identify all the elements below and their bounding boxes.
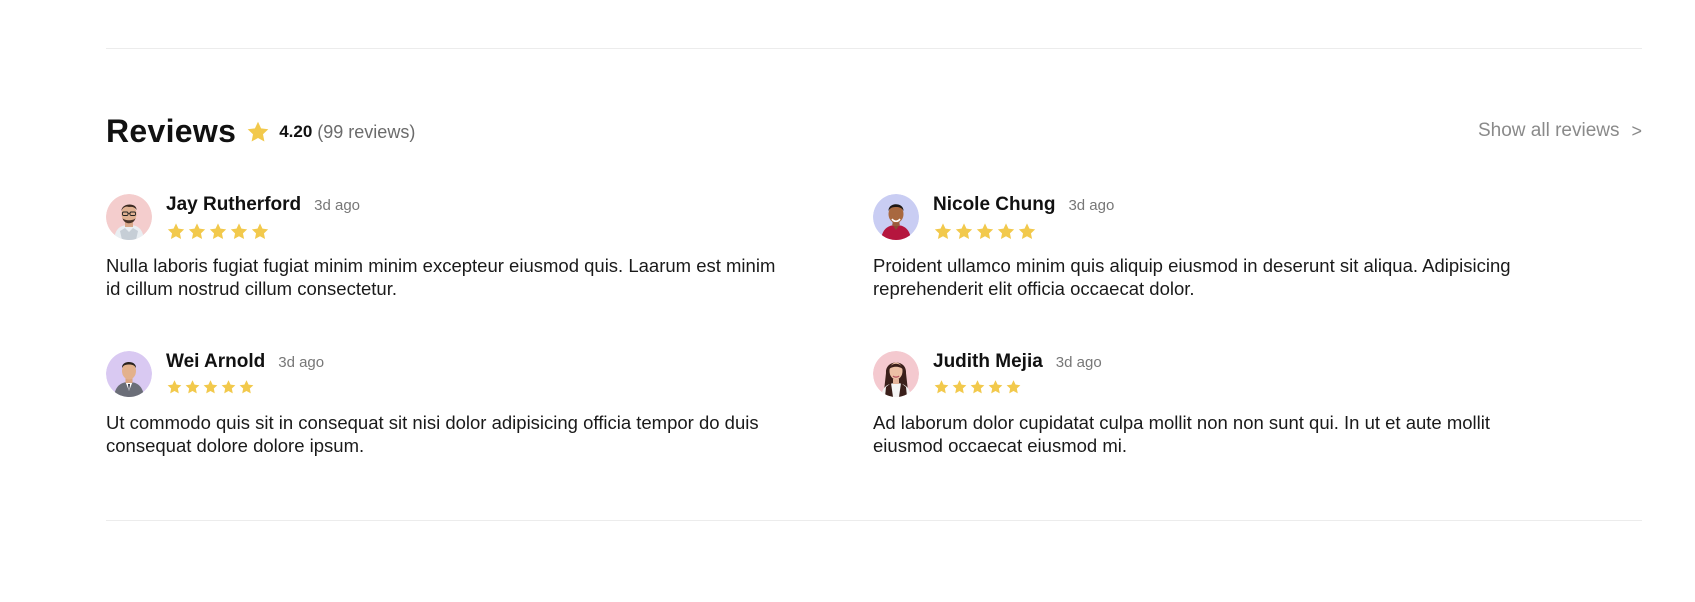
- star-icon: [975, 222, 995, 241]
- reviewer-meta: Jay Rutherford 3d ago: [166, 194, 360, 241]
- avatar-man-red-shirt-icon[interactable]: [873, 194, 919, 240]
- reviews-header: Reviews 4.20 99 reviews Show all reviews…: [106, 110, 1642, 152]
- review-text: Ad laborum dolor cupidatat culpa mollit …: [873, 412, 1491, 456]
- star-icon: [951, 379, 968, 395]
- reviewer-name[interactable]: Judith Mejia: [933, 351, 1043, 373]
- review-header: Wei Arnold 3d ago: [106, 351, 786, 397]
- reviewer-name[interactable]: Jay Rutherford: [166, 194, 301, 216]
- star-icon: [996, 222, 1016, 241]
- section-title: Reviews: [106, 112, 237, 149]
- chevron-right-icon: >: [1631, 120, 1642, 141]
- review-text: Ut commodo quis sit in consequat sit nis…: [106, 412, 759, 456]
- show-all-reviews-link[interactable]: Show all reviews >: [1478, 120, 1642, 142]
- star-rating: [166, 222, 360, 241]
- review-time: 3d ago: [278, 354, 325, 371]
- review-text: Nulla laboris fugiat fugiat minim minim …: [106, 255, 776, 299]
- star-rating: [166, 379, 324, 395]
- reviewer-meta: Wei Arnold 3d ago: [166, 351, 324, 395]
- avatar-man-glasses-icon[interactable]: [106, 194, 152, 240]
- review-card: Nicole Chung 3d ago Proident ullamco min…: [873, 194, 1553, 300]
- reviewer-name[interactable]: Wei Arnold: [166, 351, 265, 373]
- star-icon: [250, 222, 270, 241]
- star-icon: [954, 222, 974, 241]
- star-icon: [187, 222, 207, 241]
- avatar-man-suit-icon[interactable]: [106, 351, 152, 397]
- star-icon: [229, 222, 249, 241]
- star-icon: [1005, 379, 1022, 395]
- review-time: 3d ago: [1068, 197, 1115, 214]
- review-count: 99 reviews: [317, 122, 415, 143]
- review-text: Proident ullamco minim quis aliquip eius…: [873, 255, 1511, 299]
- star-icon: [933, 379, 950, 395]
- star-icon: [933, 222, 953, 241]
- review-time: 3d ago: [1055, 354, 1102, 371]
- reviews-summary: Reviews 4.20 99 reviews: [106, 113, 415, 150]
- star-rating: [933, 379, 1102, 395]
- star-icon: [166, 379, 183, 395]
- review-time: 3d ago: [314, 197, 361, 214]
- star-icon: [202, 379, 219, 395]
- star-icon: [184, 379, 201, 395]
- reviewer-meta: Nicole Chung 3d ago: [933, 194, 1114, 241]
- review-card: Jay Rutherford 3d ago Nulla laboris fugi…: [106, 194, 786, 300]
- show-all-reviews-label: Show all reviews: [1477, 120, 1620, 141]
- star-icon: [238, 379, 255, 395]
- star-icon: [969, 379, 986, 395]
- top-divider: [106, 48, 1642, 49]
- review-card: Judith Mejia 3d ago Ad laborum dolor cup…: [873, 351, 1553, 457]
- star-icon: [166, 222, 186, 241]
- star-icon: [208, 222, 228, 241]
- avatar-woman-long-hair-icon[interactable]: [873, 351, 919, 397]
- review-card: Wei Arnold 3d ago Ut commodo quis sit in…: [106, 351, 786, 457]
- rating-star-icon: [246, 120, 270, 144]
- review-header: Nicole Chung 3d ago: [873, 194, 1553, 240]
- review-header: Judith Mejia 3d ago: [873, 351, 1553, 397]
- reviewer-meta: Judith Mejia 3d ago: [933, 351, 1102, 395]
- average-rating: 4.20: [279, 122, 313, 141]
- reviews-section: Reviews 4.20 99 reviews Show all reviews…: [0, 0, 1695, 602]
- review-header: Jay Rutherford 3d ago: [106, 194, 786, 240]
- reviewer-name[interactable]: Nicole Chung: [933, 194, 1055, 216]
- star-icon: [220, 379, 237, 395]
- star-icon: [987, 379, 1004, 395]
- star-icon: [1017, 222, 1037, 241]
- bottom-divider: [106, 520, 1642, 521]
- star-rating: [933, 222, 1114, 241]
